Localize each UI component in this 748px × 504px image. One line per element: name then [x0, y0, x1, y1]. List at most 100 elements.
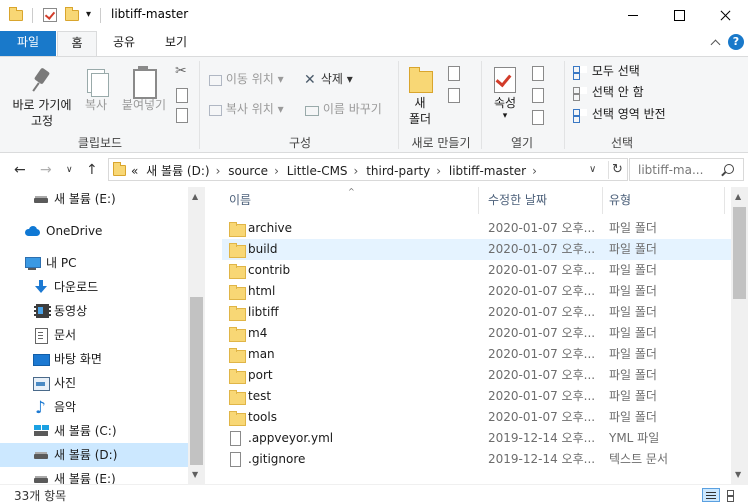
search-box[interactable]: libtiff-ma... [629, 158, 744, 181]
search-input[interactable]: libtiff-ma... [638, 163, 718, 177]
navigation-pane-scrollbar[interactable]: ▲ ▼ [188, 187, 205, 484]
file-date: 2020-01-07 오후... [488, 284, 596, 298]
nav-item-this-pc[interactable]: 내 PC [0, 251, 188, 275]
tab-file[interactable]: 파일 [0, 31, 56, 56]
nav-item-videos[interactable]: 동영상 [0, 299, 188, 323]
scroll-down-icon[interactable]: ▼ [192, 470, 198, 479]
cut-icon[interactable] [175, 63, 191, 81]
copy-to-label: 복사 위치 ▾ [225, 102, 284, 116]
file-row[interactable]: libtiff 2020-01-07 오후... 파일 폴더 [222, 302, 732, 323]
breadcrumb-separator[interactable]: › [354, 164, 359, 178]
nav-item-drive-c[interactable]: 새 볼륨 (C:) [0, 419, 188, 443]
invert-selection-button[interactable]: 선택 영역 반전 [572, 104, 666, 124]
file-row[interactable]: m4 2020-01-07 오후... 파일 폴더 [222, 323, 732, 344]
new-item-icon[interactable] [446, 65, 460, 81]
easy-access-icon[interactable] [446, 87, 460, 103]
file-row[interactable]: port 2020-01-07 오후... 파일 폴더 [222, 365, 732, 386]
nav-item-desktop[interactable]: 바탕 화면 [0, 347, 188, 371]
copy-button[interactable]: 복사 [80, 67, 112, 113]
address-dropdown[interactable]: ∨ [589, 164, 596, 175]
breadcrumb-source[interactable]: source [228, 164, 268, 178]
select-all-icon [572, 65, 588, 80]
scrollbar-thumb[interactable] [190, 297, 203, 465]
breadcrumb-separator[interactable]: › [274, 164, 279, 178]
file-row[interactable]: tools 2020-01-07 오후... 파일 폴더 [222, 407, 732, 428]
pin-to-quick-access-button[interactable]: 바로 가기에 고정 [6, 67, 78, 129]
address-bar[interactable]: « 새 볼륨 (D:) › source › Little-CMS › third-p… [108, 158, 628, 181]
new-folder-quick-access-icon[interactable] [65, 7, 79, 22]
file-row[interactable]: build 2020-01-07 오후... 파일 폴더 [222, 239, 732, 260]
maximize-button[interactable] [656, 0, 702, 31]
select-all-button[interactable]: 모두 선택 [572, 61, 640, 81]
scroll-up-icon[interactable]: ▲ [735, 192, 741, 201]
details-view-icon[interactable] [702, 488, 720, 502]
nav-item-downloads[interactable]: 다운로드 [0, 275, 188, 299]
tab-view[interactable]: 보기 [152, 31, 200, 56]
column-header-date[interactable]: 수정한 날짜 [488, 187, 547, 214]
open-icon[interactable] [530, 65, 544, 81]
breadcrumb-separator[interactable]: › [532, 164, 537, 178]
minimize-button[interactable] [610, 0, 656, 31]
scroll-down-icon[interactable]: ▼ [735, 470, 741, 479]
file-row[interactable]: .appveyor.yml 2019-12-14 오후... YML 파일 [222, 428, 732, 449]
nav-item-pictures[interactable]: 사진 [0, 371, 188, 395]
breadcrumb-separator[interactable]: › [216, 164, 221, 178]
ribbon-tabs: 파일 홈 공유 보기 [0, 31, 748, 57]
file-row[interactable]: man 2020-01-07 오후... 파일 폴더 [222, 344, 732, 365]
file-row[interactable]: contrib 2020-01-07 오후... 파일 폴더 [222, 260, 732, 281]
paste-button[interactable]: 붙여넣기 [118, 65, 170, 113]
delete-button[interactable]: 삭제 ▾ [303, 69, 353, 90]
properties-quick-access-icon[interactable] [43, 8, 57, 22]
close-button[interactable] [702, 0, 748, 31]
breadcrumb-overflow[interactable]: « [131, 164, 138, 178]
column-header-name[interactable]: 이름 [229, 187, 251, 214]
column-divider[interactable] [602, 187, 603, 214]
file-row[interactable]: archive 2020-01-07 오후... 파일 폴더 [222, 218, 732, 239]
nav-item-drive-d[interactable]: 새 볼륨 (D:) [0, 443, 188, 467]
history-icon[interactable] [530, 109, 544, 125]
collapse-ribbon-icon[interactable] [710, 37, 722, 49]
file-row[interactable]: html 2020-01-07 오후... 파일 폴더 [222, 281, 732, 302]
file-row[interactable]: test 2020-01-07 오후... 파일 폴더 [222, 386, 732, 407]
select-none-button[interactable]: 선택 안 함 [572, 82, 644, 102]
new-folder-button[interactable]: 새 폴더 [404, 65, 436, 127]
onedrive-icon [24, 224, 40, 238]
nav-item-onedrive[interactable]: OneDrive [0, 219, 188, 243]
scrollbar-thumb[interactable] [733, 207, 746, 299]
nav-item-music[interactable]: 음악 [0, 395, 188, 420]
tab-home[interactable]: 홈 [57, 31, 97, 57]
help-icon[interactable]: ? [728, 34, 744, 50]
tab-share[interactable]: 공유 [102, 31, 146, 56]
forward-button[interactable]: → [40, 162, 52, 178]
copy-path-icon[interactable] [174, 87, 188, 103]
quick-access-dropdown[interactable]: ▾ [86, 9, 91, 20]
up-button[interactable]: ↑ [86, 162, 98, 178]
column-header-type[interactable]: 유형 [609, 187, 631, 214]
nav-item-label: 사진 [54, 376, 77, 390]
breadcrumb-libtiff-master[interactable]: libtiff-master [449, 164, 526, 178]
rename-button[interactable]: 이름 바꾸기 [303, 99, 382, 119]
folder-icon [9, 7, 23, 22]
properties-button[interactable]: 속성 ▾ [488, 65, 522, 121]
copy-to-button[interactable]: 복사 위치 ▾ [208, 99, 284, 119]
refresh-button[interactable]: ↻ [608, 161, 626, 179]
nav-item-drive-e[interactable]: 새 볼륨 (E:) [0, 187, 188, 211]
breadcrumb-third-party[interactable]: third-party [366, 164, 430, 178]
nav-item-documents[interactable]: 문서 [0, 323, 188, 347]
paste-shortcut-icon[interactable] [174, 107, 188, 123]
recent-locations-button[interactable]: ∨ [66, 165, 73, 175]
move-to-button[interactable]: 이동 위치 ▾ [208, 69, 284, 89]
breadcrumb-separator[interactable]: › [436, 164, 441, 178]
back-button[interactable]: ← [14, 162, 26, 178]
file-list-scrollbar[interactable]: ▲ ▼ [731, 187, 748, 484]
breadcrumb-little-cms[interactable]: Little-CMS [287, 164, 348, 178]
edit-icon[interactable] [530, 87, 544, 103]
column-divider[interactable] [478, 187, 479, 214]
column-divider[interactable] [724, 187, 725, 214]
properties-dropdown[interactable]: ▾ [488, 111, 522, 121]
scroll-up-icon[interactable]: ▲ [192, 192, 198, 201]
large-icons-view-icon[interactable] [724, 488, 742, 502]
file-icon [230, 452, 241, 467]
breadcrumb-drive-d[interactable]: 새 볼륨 (D:) [146, 164, 209, 178]
file-row[interactable]: .gitignore 2019-12-14 오후... 텍스트 문서 [222, 449, 732, 470]
